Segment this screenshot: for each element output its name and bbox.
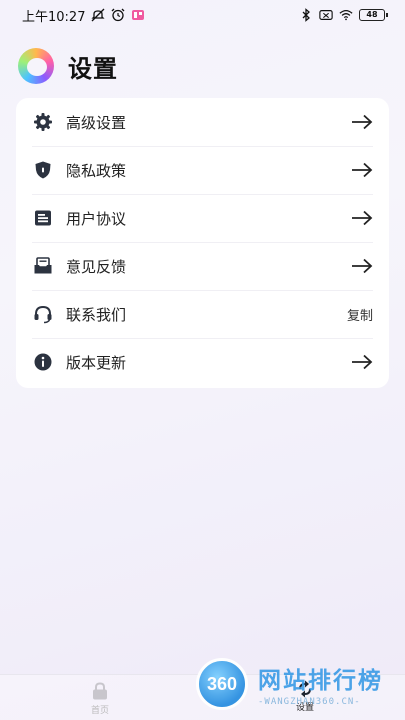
status-bar: 上午10:27 48: [0, 0, 405, 30]
status-time: 上午10:27: [22, 9, 86, 25]
headset-icon: [34, 305, 52, 324]
menu-item-label: 隐私政策: [66, 161, 127, 180]
bluetooth-icon: [302, 8, 310, 22]
menu-item-label: 意见反馈: [66, 257, 127, 276]
watermark: 360 网站排行榜 -WANGZHAN360.CN-: [196, 658, 383, 710]
menu-item-feedback[interactable]: 意见反馈: [16, 242, 389, 290]
nav-tab-home[interactable]: 首页: [80, 681, 120, 716]
menu-item-privacy-policy[interactable]: 隐私政策: [16, 146, 389, 194]
alarm-icon: [112, 8, 125, 22]
inbox-icon: [34, 257, 52, 274]
status-right: 48: [299, 8, 388, 22]
watermark-text: 网站排行榜 -WANGZHAN360.CN-: [258, 661, 383, 707]
arrow-right-icon: [352, 258, 373, 274]
menu-item-label: 版本更新: [66, 353, 127, 372]
copy-button[interactable]: 复制: [347, 305, 373, 324]
status-left: 上午10:27: [22, 6, 145, 25]
wifi-icon: [339, 10, 353, 21]
page-header: 设置: [18, 48, 118, 84]
sim-icon: [319, 10, 333, 20]
silent-icon: [91, 8, 106, 22]
battery-icon: 48: [359, 9, 388, 21]
watermark-title: 网站排行榜: [258, 668, 383, 694]
info-icon: [34, 353, 52, 371]
lock-icon: [93, 682, 107, 700]
menu-item-label: 联系我们: [66, 305, 127, 324]
menu-item-version-update[interactable]: 版本更新: [16, 338, 389, 386]
arrow-right-icon: [352, 114, 373, 130]
menu-item-label: 用户协议: [66, 209, 127, 228]
nav-label-home: 首页: [90, 706, 109, 716]
page-title: 设置: [68, 54, 118, 83]
shield-icon: [35, 161, 51, 179]
menu-item-user-agreement[interactable]: 用户协议: [16, 194, 389, 242]
menu-item-label: 高级设置: [66, 113, 127, 132]
menu-item-advanced-settings[interactable]: 高级设置: [16, 98, 389, 146]
arrow-right-icon: [352, 162, 373, 178]
watermark-logo: 360: [196, 658, 248, 710]
gear-icon: [34, 113, 52, 131]
arrow-right-icon: [352, 210, 373, 226]
watermark-subtitle: -WANGZHAN360.CN-: [258, 697, 361, 707]
app-logo-icon: [18, 48, 54, 84]
arrow-right-icon: [352, 354, 373, 370]
menu-item-contact-us[interactable]: 联系我们 复制: [16, 290, 389, 338]
settings-card: 高级设置 隐私政策 用户协议 意见反馈 联系我们 复制 版本更新: [16, 98, 389, 388]
app-notification-icon: [132, 10, 145, 20]
document-icon: [35, 210, 51, 226]
